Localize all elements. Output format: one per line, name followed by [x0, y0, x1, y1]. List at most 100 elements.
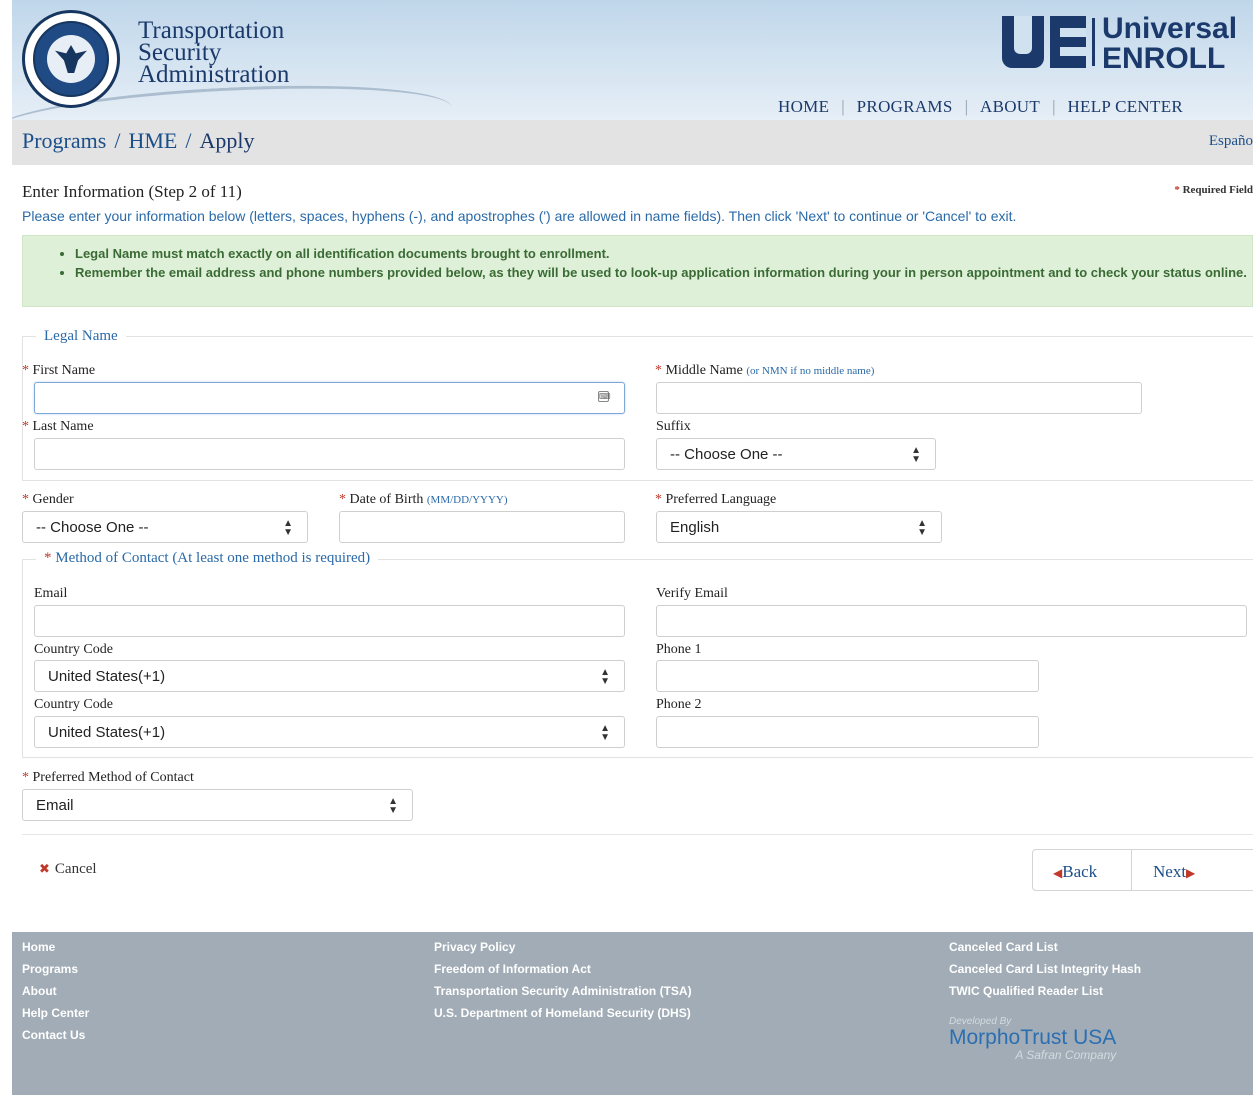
footer-column-2: Privacy Policy Freedom of Information Ac…: [434, 936, 692, 1024]
logo-text-bottom: ENROLL: [1102, 42, 1226, 75]
developer-name: MorphoTrust USA: [949, 1026, 1117, 1049]
gender-select[interactable]: -- Choose One -- ▲ ▼: [22, 511, 308, 543]
top-nav: HOME | PROGRAMS | ABOUT | HELP CENTER: [778, 97, 1183, 117]
developer-logo: Developed By MorphoTrust USA A Safran Co…: [949, 1016, 1116, 1062]
country-code-2-label: Country Code: [34, 697, 113, 712]
nav-about[interactable]: ABOUT: [980, 97, 1040, 116]
asterisk-icon: *: [22, 363, 29, 378]
breadcrumb: Programs / HME / Apply: [22, 128, 254, 154]
updown-arrows-icon: ▲ ▼: [388, 796, 398, 816]
legal-name-legend: Legal Name: [36, 328, 126, 345]
breadcrumb-bar: Programs / HME / Apply Españo: [12, 120, 1253, 165]
footer-column-3: Canceled Card List Canceled Card List In…: [949, 936, 1141, 1002]
last-name-input[interactable]: [34, 438, 625, 470]
updown-arrows-icon: ▲ ▼: [911, 445, 921, 465]
suffix-label: Suffix: [656, 419, 691, 434]
developer-sub: A Safran Company: [1015, 1048, 1117, 1062]
contact-legend-text: Method of Contact (At least one method i…: [55, 550, 371, 566]
last-name-label: * Last Name: [22, 419, 94, 435]
page-frame: Transportation Security Administration U…: [12, 0, 1253, 1095]
footer-column-1: Home Programs About Help Center Contact …: [22, 936, 89, 1046]
asterisk-icon: *: [655, 363, 662, 378]
footer-link-canceled-card-list[interactable]: Canceled Card List: [949, 936, 1141, 958]
notice-list: Legal Name must match exactly on all ide…: [23, 244, 1252, 282]
asterisk-icon: *: [44, 550, 52, 566]
dob-hint: (MM/DD/YYYY): [426, 494, 508, 506]
footer-link-contact-us[interactable]: Contact Us: [22, 1024, 89, 1046]
footer-link-twic-reader-list[interactable]: TWIC Qualified Reader List: [949, 980, 1141, 1002]
nav-help-center[interactable]: HELP CENTER: [1067, 97, 1183, 116]
nav-separator: |: [964, 97, 969, 116]
site-header: Transportation Security Administration U…: [12, 0, 1253, 120]
suffix-select[interactable]: -- Choose One -- ▲ ▼: [656, 438, 936, 470]
dob-input[interactable]: [339, 511, 625, 543]
back-label: Back: [1062, 862, 1098, 881]
ue-logo-mark: [1002, 12, 1094, 72]
verify-email-label: Verify Email: [656, 586, 728, 601]
notice-item: Remember the email address and phone num…: [75, 263, 1252, 282]
back-button[interactable]: ◀Back: [1032, 849, 1132, 891]
asterisk-icon: *: [22, 770, 29, 785]
gender-label: * Gender: [22, 492, 74, 508]
cancel-button[interactable]: ✖ Cancel: [39, 861, 97, 878]
country-code-1-label: Country Code: [34, 642, 113, 657]
updown-arrows-icon: ▲ ▼: [600, 667, 610, 687]
preferred-contact-select[interactable]: Email ▲ ▼: [22, 789, 413, 821]
footer-link-privacy-policy[interactable]: Privacy Policy: [434, 936, 692, 958]
phone2-label: Phone 2: [656, 697, 702, 712]
breadcrumb-programs[interactable]: Programs: [22, 128, 106, 153]
verify-email-input[interactable]: [656, 605, 1247, 637]
first-name-label-text: First Name: [32, 363, 96, 378]
country-code-1-select[interactable]: United States(+1) ▲ ▼: [34, 660, 625, 692]
ue-u-shape: [1002, 16, 1044, 68]
country-code-2-value: United States(+1): [48, 724, 166, 741]
middle-name-label: * Middle Name (or NMN if no middle name): [655, 363, 874, 379]
asterisk-icon: *: [1174, 184, 1180, 196]
footer-link-home[interactable]: Home: [22, 936, 89, 958]
updown-arrows-icon: ▲ ▼: [917, 518, 927, 538]
step-title: Enter Information (Step 2 of 11): [22, 182, 242, 201]
asterisk-icon: *: [655, 492, 662, 507]
logo-divider: [1092, 18, 1095, 66]
footer-link-foia[interactable]: Freedom of Information Act: [434, 958, 692, 980]
middle-name-input[interactable]: [656, 382, 1142, 414]
updown-arrows-icon: ▲ ▼: [600, 723, 610, 743]
required-field-text: Required Field: [1182, 184, 1253, 196]
keyboard-icon[interactable]: ⌨: [598, 391, 611, 402]
footer-link-integrity-hash[interactable]: Canceled Card List Integrity Hash: [949, 958, 1141, 980]
breadcrumb-separator: /: [114, 128, 121, 153]
next-button[interactable]: Next▶: [1131, 849, 1253, 891]
agency-name[interactable]: Transportation Security Administration: [138, 18, 290, 88]
dhs-seal-icon: [22, 10, 120, 108]
email-input[interactable]: [34, 605, 625, 637]
footer-link-help-center[interactable]: Help Center: [22, 1002, 89, 1024]
country-code-1-value: United States(+1): [48, 668, 166, 685]
footer-link-about[interactable]: About: [22, 980, 89, 1002]
required-field-note: * Required Field: [1174, 184, 1253, 196]
ue-e-gap: [1060, 47, 1086, 56]
seal-center: [47, 35, 95, 83]
footer-link-tsa[interactable]: Transportation Security Administration (…: [434, 980, 692, 1002]
preferred-contact-value: Email: [36, 797, 74, 814]
language-toggle-link[interactable]: Españo: [1209, 133, 1253, 150]
footer-link-programs[interactable]: Programs: [22, 958, 89, 980]
preferred-language-select[interactable]: English ▲ ▼: [656, 511, 942, 543]
first-name-input[interactable]: [34, 382, 625, 414]
nav-home[interactable]: HOME: [778, 97, 829, 116]
asterisk-icon: *: [339, 492, 346, 507]
footer-link-dhs[interactable]: U.S. Department of Homeland Security (DH…: [434, 1002, 692, 1024]
preferred-language-value: English: [670, 519, 720, 536]
cancel-label: Cancel: [54, 861, 97, 877]
logo-text: Universal ENROLL: [1102, 14, 1237, 74]
nav-programs[interactable]: PROGRAMS: [857, 97, 953, 116]
nav-separator: |: [1052, 97, 1056, 116]
notice-item: Legal Name must match exactly on all ide…: [75, 244, 1252, 263]
country-code-2-select[interactable]: United States(+1) ▲ ▼: [34, 716, 625, 748]
middle-name-hint: (or NMN if no middle name): [746, 365, 875, 377]
phone1-input[interactable]: [656, 660, 1039, 692]
suffix-select-value: -- Choose One --: [670, 446, 783, 463]
phone2-input[interactable]: [656, 716, 1039, 748]
breadcrumb-hme[interactable]: HME: [128, 128, 177, 153]
agency-name-line: Administration: [138, 61, 290, 88]
x-icon: ✖: [39, 862, 50, 877]
